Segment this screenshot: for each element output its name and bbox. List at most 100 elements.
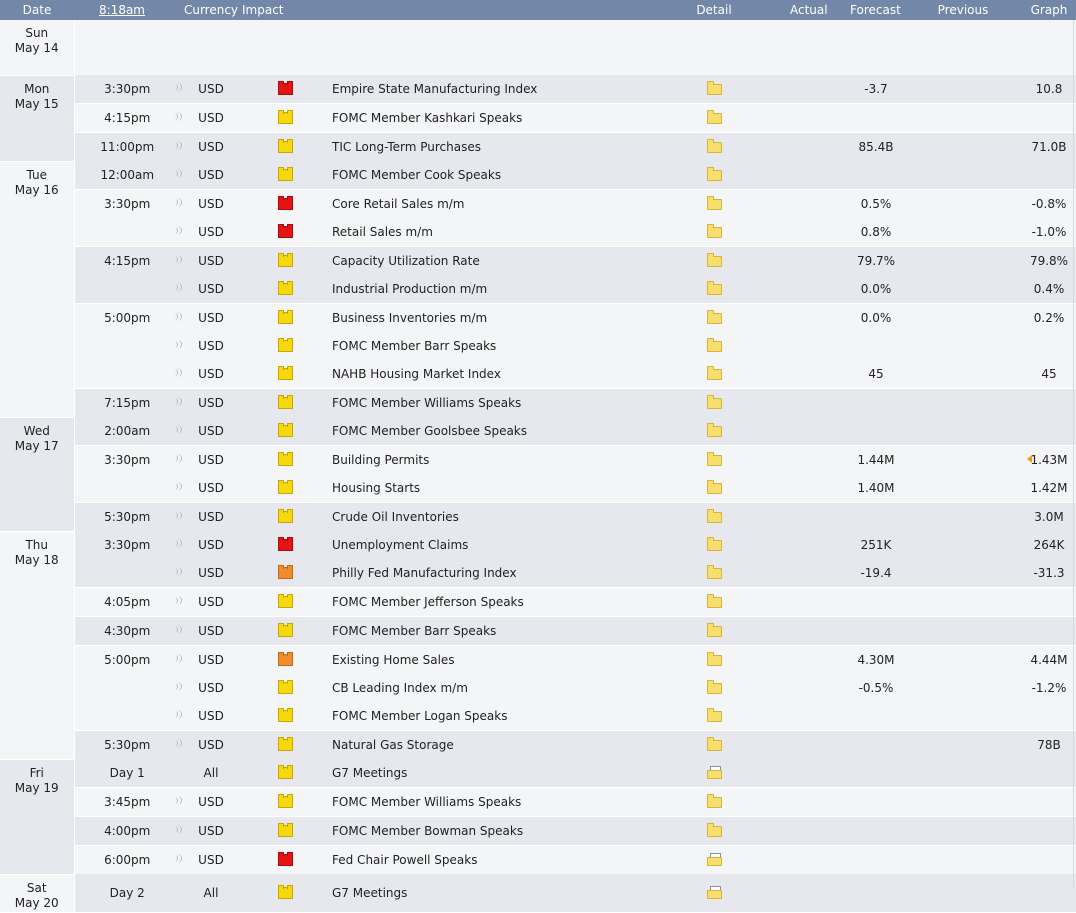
- impact-low-folder-icon[interactable]: [277, 252, 293, 267]
- sound-wave-icon[interactable]: [172, 198, 182, 208]
- impact-medium-folder-icon[interactable]: [277, 651, 293, 666]
- sound-wave-icon[interactable]: [172, 454, 182, 464]
- impact-high-folder-icon[interactable]: [277, 195, 293, 210]
- impact-low-folder-icon[interactable]: [277, 479, 293, 494]
- event-title[interactable]: Housing Starts: [330, 474, 696, 503]
- folder-document-icon[interactable]: [707, 852, 722, 866]
- sound-wave-icon[interactable]: [172, 682, 182, 692]
- folder-icon[interactable]: [706, 166, 722, 181]
- folder-icon[interactable]: [706, 451, 722, 466]
- sound-wave-icon[interactable]: [172, 283, 182, 293]
- impact-low-folder-icon[interactable]: [277, 422, 293, 437]
- sound-wave-icon[interactable]: [172, 511, 182, 521]
- event-title[interactable]: NAHB Housing Market Index: [330, 360, 696, 389]
- sound-wave-icon[interactable]: [172, 226, 182, 236]
- sound-wave-icon[interactable]: [172, 397, 182, 407]
- event-title[interactable]: Fed Chair Powell Speaks: [330, 845, 696, 874]
- sound-wave-icon[interactable]: [172, 567, 182, 577]
- event-title[interactable]: Retail Sales m/m: [330, 218, 696, 247]
- folder-icon[interactable]: [706, 707, 722, 722]
- event-title[interactable]: Philly Fed Manufacturing Index: [330, 559, 696, 588]
- event-title[interactable]: Building Permits: [330, 445, 696, 474]
- folder-icon[interactable]: [706, 651, 722, 666]
- event-title[interactable]: FOMC Member Williams Speaks: [330, 388, 696, 417]
- sound-wave-icon[interactable]: [172, 425, 182, 435]
- event-title[interactable]: FOMC Member Williams Speaks: [330, 787, 696, 817]
- event-title[interactable]: Natural Gas Storage: [330, 730, 696, 759]
- event-title[interactable]: FOMC Member Barr Speaks: [330, 332, 696, 360]
- impact-low-folder-icon[interactable]: [277, 707, 293, 722]
- sound-wave-icon[interactable]: [172, 169, 182, 179]
- sound-wave-icon[interactable]: [172, 83, 182, 93]
- impact-high-folder-icon[interactable]: [277, 223, 293, 238]
- impact-low-folder-icon[interactable]: [277, 337, 293, 352]
- impact-high-folder-icon[interactable]: [277, 80, 293, 95]
- impact-low-folder-icon[interactable]: [277, 622, 293, 637]
- header-current-time[interactable]: 8:18am: [74, 0, 170, 20]
- impact-low-folder-icon[interactable]: [277, 109, 293, 124]
- event-title[interactable]: Core Retail Sales m/m: [330, 189, 696, 218]
- event-title[interactable]: FOMC Member Goolsbee Speaks: [330, 417, 696, 446]
- impact-low-folder-icon[interactable]: [277, 884, 293, 899]
- event-title[interactable]: CB Leading Index m/m: [330, 674, 696, 702]
- sound-wave-icon[interactable]: [172, 340, 182, 350]
- folder-icon[interactable]: [706, 394, 722, 409]
- impact-low-folder-icon[interactable]: [277, 365, 293, 380]
- sound-wave-icon[interactable]: [172, 112, 182, 122]
- folder-icon[interactable]: [706, 593, 722, 608]
- folder-document-icon[interactable]: [707, 885, 722, 899]
- event-title[interactable]: Business Inventories m/m: [330, 303, 696, 332]
- sound-wave-icon[interactable]: [172, 796, 182, 806]
- impact-low-folder-icon[interactable]: [277, 793, 293, 808]
- impact-low-folder-icon[interactable]: [277, 451, 293, 466]
- impact-low-folder-icon[interactable]: [277, 822, 293, 837]
- impact-low-folder-icon[interactable]: [277, 736, 293, 751]
- sound-wave-icon[interactable]: [172, 596, 182, 606]
- impact-high-folder-icon[interactable]: [277, 851, 293, 866]
- impact-low-folder-icon[interactable]: [277, 764, 293, 779]
- sound-wave-icon[interactable]: [172, 739, 182, 749]
- event-title[interactable]: Empire State Manufacturing Index: [330, 75, 696, 104]
- event-title[interactable]: Capacity Utilization Rate: [330, 246, 696, 275]
- sound-wave-icon[interactable]: [172, 482, 182, 492]
- event-title[interactable]: G7 Meetings: [330, 874, 696, 912]
- folder-icon[interactable]: [706, 252, 722, 267]
- event-title[interactable]: FOMC Member Bowman Speaks: [330, 816, 696, 846]
- folder-icon[interactable]: [706, 337, 722, 352]
- folder-icon[interactable]: [706, 195, 722, 210]
- folder-icon[interactable]: [706, 564, 722, 579]
- sound-wave-icon[interactable]: [172, 539, 182, 549]
- event-title[interactable]: Existing Home Sales: [330, 645, 696, 674]
- event-title[interactable]: FOMC Member Jefferson Speaks: [330, 587, 696, 617]
- folder-document-icon[interactable]: [707, 765, 722, 779]
- event-title[interactable]: TIC Long-Term Purchases: [330, 132, 696, 161]
- impact-low-folder-icon[interactable]: [277, 394, 293, 409]
- sound-wave-icon[interactable]: [172, 141, 182, 151]
- folder-icon[interactable]: [706, 793, 722, 808]
- impact-low-folder-icon[interactable]: [277, 309, 293, 324]
- folder-icon[interactable]: [706, 280, 722, 295]
- event-title[interactable]: FOMC Member Kashkari Speaks: [330, 103, 696, 133]
- event-title[interactable]: FOMC Member Cook Speaks: [330, 161, 696, 190]
- folder-icon[interactable]: [706, 679, 722, 694]
- impact-low-folder-icon[interactable]: [277, 280, 293, 295]
- folder-icon[interactable]: [706, 365, 722, 380]
- impact-low-folder-icon[interactable]: [277, 679, 293, 694]
- event-title[interactable]: Crude Oil Inventories: [330, 502, 696, 531]
- event-title[interactable]: FOMC Member Logan Speaks: [330, 702, 696, 731]
- folder-icon[interactable]: [706, 109, 722, 124]
- folder-icon[interactable]: [706, 622, 722, 637]
- folder-icon[interactable]: [706, 536, 722, 551]
- folder-icon[interactable]: [706, 138, 722, 153]
- folder-icon[interactable]: [706, 822, 722, 837]
- folder-icon[interactable]: [706, 736, 722, 751]
- impact-low-folder-icon[interactable]: [277, 508, 293, 523]
- impact-low-folder-icon[interactable]: [277, 138, 293, 153]
- event-title[interactable]: Unemployment Claims: [330, 531, 696, 559]
- folder-icon[interactable]: [706, 422, 722, 437]
- sound-wave-icon[interactable]: [172, 854, 182, 864]
- sound-wave-icon[interactable]: [172, 710, 182, 720]
- revision-arrow-icon[interactable]: [1027, 455, 1032, 463]
- sound-wave-icon[interactable]: [172, 825, 182, 835]
- sound-wave-icon[interactable]: [172, 255, 182, 265]
